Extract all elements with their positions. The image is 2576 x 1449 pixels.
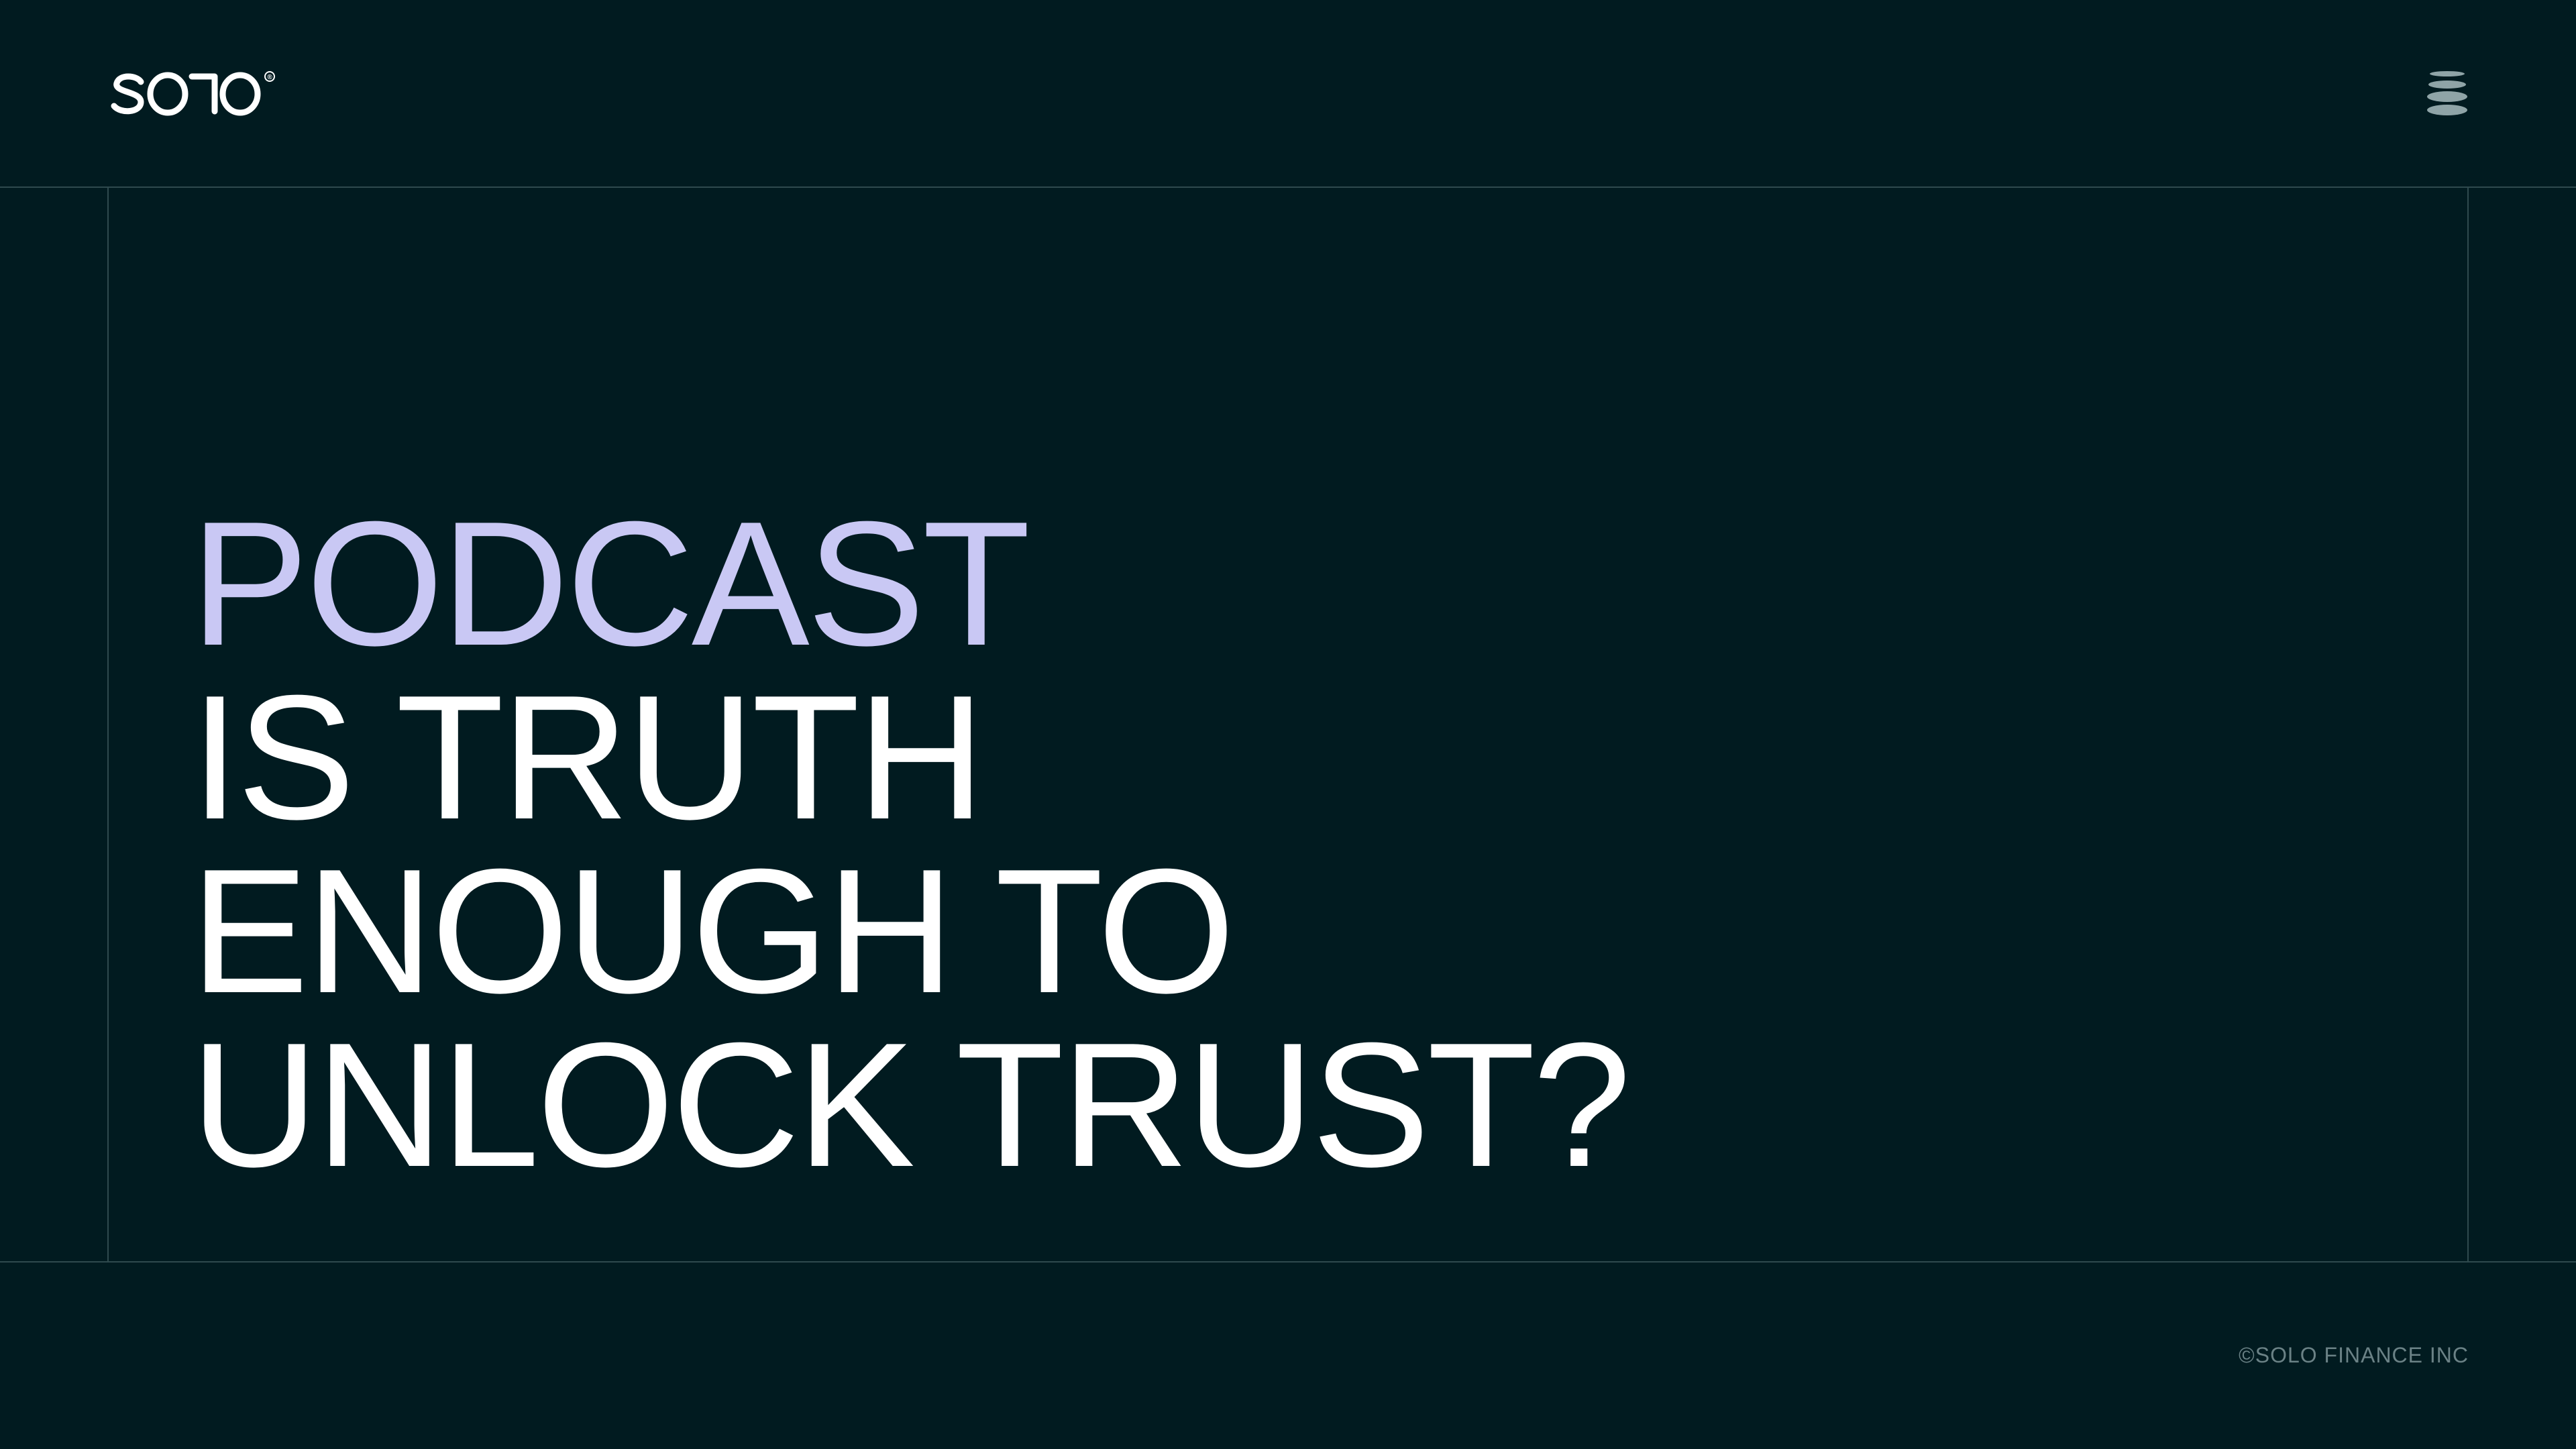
- stacked-discs-icon: [2427, 71, 2467, 115]
- solo-logo-mark: ®: [111, 71, 275, 116]
- hero-headline: PODCAST IS TRUTH ENOUGH TO UNLOCK TRUST?: [191, 484, 1631, 1203]
- headline-line-4: UNLOCK TRUST?: [191, 1006, 1631, 1203]
- menu-button[interactable]: [2422, 70, 2473, 117]
- headline-line-3: ENOUGH TO: [191, 832, 1235, 1030]
- right-frame-line: [2467, 187, 2469, 1263]
- registered-mark: ®: [267, 74, 272, 81]
- headline-line-2: IS TRUTH: [191, 658, 985, 856]
- copyright-text: ©SOLO FINANCE INC: [2239, 1343, 2469, 1367]
- left-frame-line: [107, 187, 109, 1263]
- solo-logo[interactable]: ®: [107, 67, 282, 121]
- footer-divider: [0, 1261, 2576, 1263]
- headline-line-podcast: PODCAST: [191, 484, 1030, 682]
- header-divider: [0, 186, 2576, 188]
